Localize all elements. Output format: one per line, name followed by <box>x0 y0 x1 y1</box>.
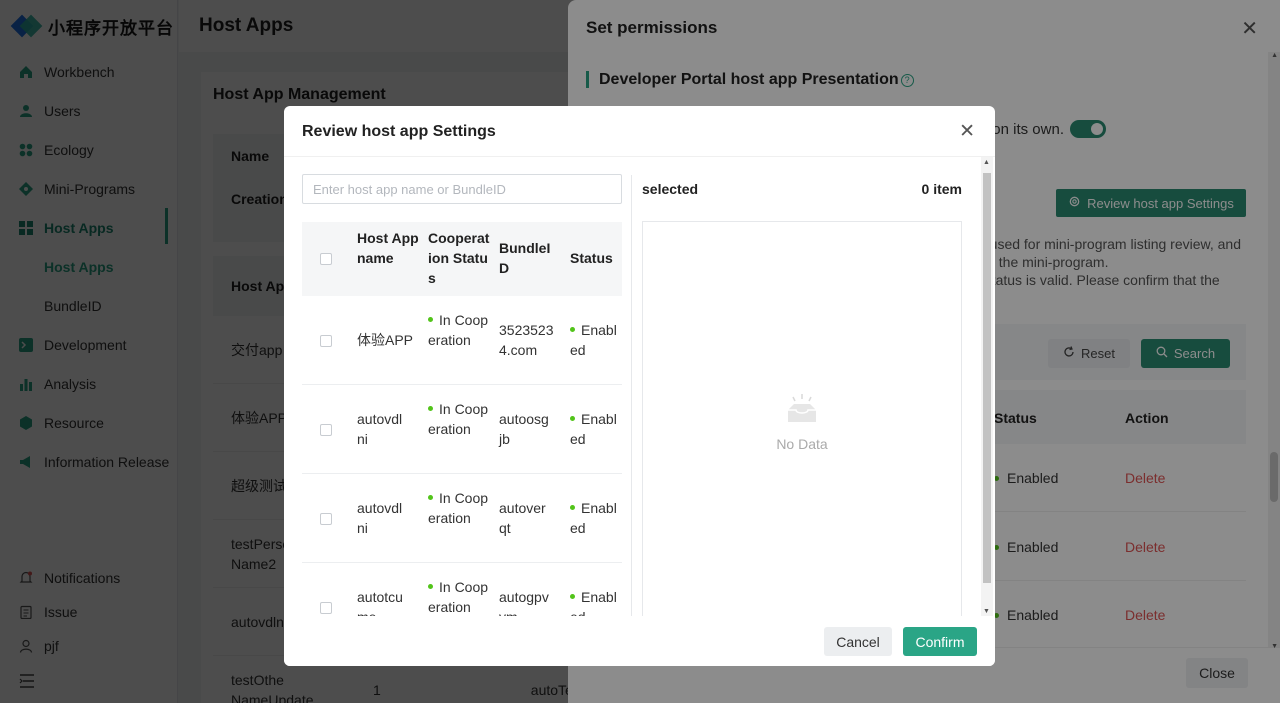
cell-name: 体验APP <box>357 332 414 348</box>
cell-status: Enabled <box>570 409 622 449</box>
scroll-thumb[interactable] <box>983 173 991 583</box>
empty-inbox-icon <box>782 392 822 428</box>
cell-name: autovdlni <box>357 500 403 536</box>
cell-status: Enabled <box>570 587 622 617</box>
cancel-button[interactable]: Cancel <box>824 627 892 656</box>
cell-coop-status: In Cooperation <box>428 401 489 437</box>
column-status: Status <box>570 250 613 266</box>
cell-bundleid: autoosgjb <box>499 411 549 447</box>
empty-text: No Data <box>776 436 828 452</box>
column-bundleid: BundleID <box>499 240 551 276</box>
empty-state: No Data <box>643 392 961 452</box>
confirm-button[interactable]: Confirm <box>903 627 977 656</box>
host-app-list-pane: Host App name Cooperation Status BundleI… <box>302 157 622 617</box>
dialog-close-icon[interactable]: ✕ <box>959 120 975 143</box>
cell-bundleid: autogpvym <box>499 589 549 617</box>
selected-pane: selected 0 item No Data <box>642 157 962 621</box>
row-checkbox[interactable] <box>320 424 332 436</box>
cell-bundleid: autoverqt <box>499 500 546 536</box>
cell-name: autotcume <box>357 589 403 617</box>
cell-bundleid: 35235234.com <box>499 322 554 358</box>
review-host-app-dialog: Review host app Settings ✕ Host App name… <box>284 106 995 666</box>
cell-name: autovdlni <box>357 411 403 447</box>
table-row[interactable]: 体验APP In Cooperation 35235234.com Enable… <box>302 296 622 385</box>
scroll-down-icon[interactable]: ▼ <box>983 608 990 615</box>
select-all-checkbox[interactable] <box>320 253 332 265</box>
dialog-body: Host App name Cooperation Status BundleI… <box>284 156 995 621</box>
cell-coop-status: In Cooperation <box>428 490 489 526</box>
scroll-down-icon[interactable]: ▼ <box>1271 643 1278 650</box>
selected-list: No Data <box>642 221 962 621</box>
cell-coop-status: In Cooperation <box>428 579 489 615</box>
pane-divider <box>631 175 632 617</box>
selected-count: 0 item <box>921 181 962 197</box>
scroll-up-icon[interactable]: ▲ <box>1271 52 1278 59</box>
cell-coop-status: In Cooperation <box>428 312 489 348</box>
selected-label: selected <box>642 181 699 197</box>
dialog-scrollbar[interactable]: ▲ ▼ <box>981 157 993 617</box>
row-checkbox[interactable] <box>320 513 332 525</box>
dialog-title: Review host app Settings <box>302 123 496 140</box>
column-cooperation-status: Cooperation Status <box>428 230 490 286</box>
cell-status: Enabled <box>570 498 622 538</box>
row-checkbox[interactable] <box>320 335 332 347</box>
page-scrollbar[interactable]: ▲ ▼ <box>1268 52 1280 650</box>
column-host-app-name: Host App name <box>357 230 419 266</box>
dialog-footer: Cancel Confirm <box>284 616 995 666</box>
host-app-table: Host App name Cooperation Status BundleI… <box>302 222 622 617</box>
table-row[interactable]: autovdlni In Cooperation autoverqt Enabl… <box>302 474 622 563</box>
table-row[interactable]: autovdlni In Cooperation autoosgjb Enabl… <box>302 385 622 474</box>
row-checkbox[interactable] <box>320 602 332 614</box>
cell-status: Enabled <box>570 320 622 360</box>
host-app-search-input[interactable] <box>302 174 622 204</box>
scroll-up-icon[interactable]: ▲ <box>983 159 990 166</box>
table-row[interactable]: autotcume In Cooperation autogpvym Enabl… <box>302 563 622 617</box>
table-header: Host App name Cooperation Status BundleI… <box>302 222 622 296</box>
